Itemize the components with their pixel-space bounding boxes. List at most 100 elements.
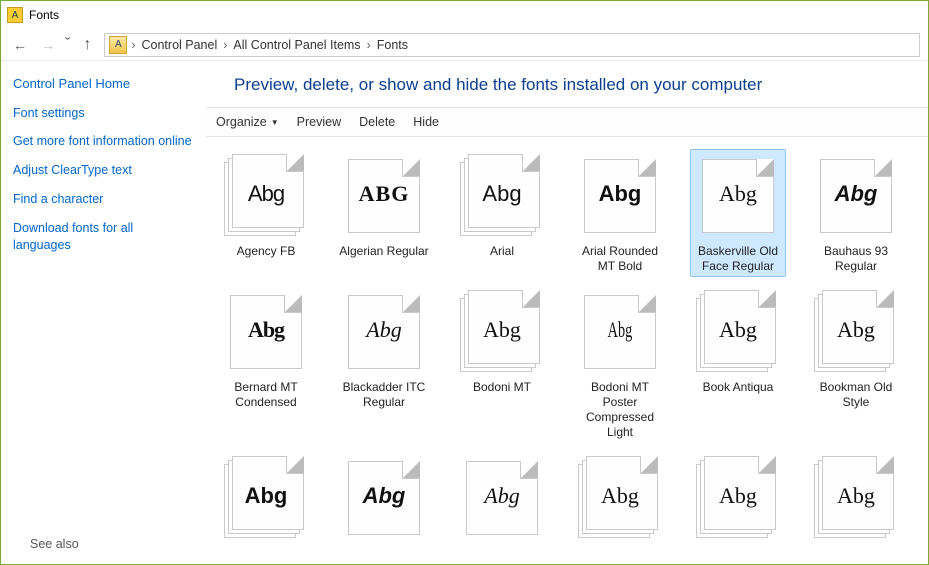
page-icon	[468, 290, 540, 364]
page-fold-icon	[286, 456, 304, 474]
font-item[interactable]: AbgBaskerville Old Face Regular	[690, 149, 786, 277]
font-label: Algerian Regular	[339, 244, 428, 259]
page-fold-icon	[758, 290, 776, 308]
page-icon	[704, 456, 776, 530]
font-label: Bodoni MT Poster Compressed Light	[575, 380, 665, 440]
address-folder-icon: A	[109, 36, 127, 54]
nav-row: ← → ˇ ↑ A › Control Panel › All Control …	[1, 29, 928, 61]
organize-label: Organize	[216, 115, 267, 129]
control-panel-home-link[interactable]: Control Panel Home	[13, 75, 194, 93]
font-tile: Abg	[224, 290, 308, 374]
sidebar-link-find-character[interactable]: Find a character	[13, 191, 194, 208]
page-icon	[232, 154, 304, 228]
chevron-right-icon[interactable]: ›	[365, 38, 373, 52]
font-item[interactable]: Abg Agency FB	[218, 149, 314, 277]
back-button[interactable]: ←	[9, 34, 31, 56]
page-fold-icon	[638, 295, 656, 313]
breadcrumb-segment[interactable]: Fonts	[373, 38, 412, 52]
sidebar-link-download-fonts[interactable]: Download fonts for all languages	[13, 220, 194, 254]
font-item[interactable]: AbgBauhaus 93 Regular	[808, 149, 904, 277]
font-label: Baskerville Old Face Regular	[693, 244, 783, 274]
font-label: Bookman Old Style	[811, 380, 901, 410]
sidebar-link-cleartype[interactable]: Adjust ClearType text	[13, 162, 194, 179]
font-item[interactable]: Abg	[572, 451, 668, 549]
recent-locations-chevron-icon[interactable]: ˇ	[65, 36, 70, 54]
main-area: Preview, delete, or show and hide the fo…	[206, 61, 928, 564]
page-icon	[232, 456, 304, 530]
page-icon	[702, 159, 774, 233]
forward-button[interactable]: →	[37, 34, 59, 56]
font-tile: Abg	[814, 290, 898, 374]
page-fold-icon	[402, 461, 420, 479]
fonts-folder-icon: A	[7, 7, 23, 23]
font-item[interactable]: Abg	[454, 451, 550, 549]
page-fold-icon	[874, 159, 892, 177]
sidebar: Control Panel Home Font settings Get mor…	[1, 61, 206, 564]
font-item[interactable]: Abg	[336, 451, 432, 549]
page-fold-icon	[876, 456, 894, 474]
page-fold-icon	[402, 159, 420, 177]
page-fold-icon	[522, 154, 540, 172]
font-item[interactable]: Abg	[808, 451, 904, 549]
font-tile: Abg	[578, 154, 662, 238]
font-item[interactable]: ABG Algerian Regular	[336, 149, 432, 277]
chevron-down-icon: ▼	[271, 118, 279, 127]
font-tile: Abg	[460, 290, 544, 374]
font-tile: Abg	[224, 456, 308, 540]
sidebar-link-more-info[interactable]: Get more font information online	[13, 133, 194, 150]
font-label: Bernard MT Condensed	[221, 380, 311, 410]
titlebar: A Fonts	[1, 1, 928, 29]
page-fold-icon	[638, 159, 656, 177]
page-icon	[584, 295, 656, 369]
breadcrumb-segment[interactable]: All Control Panel Items	[229, 38, 364, 52]
page-fold-icon	[402, 295, 420, 313]
page-icon	[822, 456, 894, 530]
font-item[interactable]: Abg Arial Rounded MT Bold	[572, 149, 668, 277]
hide-button[interactable]: Hide	[413, 115, 439, 129]
page-fold-icon	[758, 456, 776, 474]
page-fold-icon	[876, 290, 894, 308]
font-label: Blackadder ITC Regular	[339, 380, 429, 410]
font-item[interactable]: AbgArial	[454, 149, 550, 277]
page-fold-icon	[520, 461, 538, 479]
window-title: Fonts	[29, 8, 59, 22]
font-tile: Abg	[578, 290, 662, 374]
font-tile: Abg	[224, 154, 308, 238]
font-item[interactable]: AbgBlackadder ITC Regular	[336, 285, 432, 443]
font-tile: ABG	[342, 154, 426, 238]
font-grid[interactable]: AbgAgency FBABGAlgerian RegularAbgArialA…	[206, 137, 928, 564]
font-tile: Abg	[696, 290, 780, 374]
page-icon	[466, 461, 538, 535]
body: Control Panel Home Font settings Get mor…	[1, 61, 928, 564]
delete-button[interactable]: Delete	[359, 115, 395, 129]
font-item[interactable]: AbgBook Antiqua	[690, 285, 786, 443]
window-root: A Fonts ← → ˇ ↑ A › Control Panel › All …	[0, 0, 929, 565]
address-bar[interactable]: A › Control Panel › All Control Panel It…	[104, 33, 920, 57]
font-item[interactable]: Abg	[218, 451, 314, 549]
breadcrumb-segment[interactable]: Control Panel	[138, 38, 222, 52]
font-item[interactable]: Abg	[690, 451, 786, 549]
font-tile: Abg	[814, 456, 898, 540]
chevron-right-icon[interactable]: ›	[221, 38, 229, 52]
font-tile: Abg	[460, 154, 544, 238]
organize-menu[interactable]: Organize ▼	[216, 115, 279, 129]
font-tile: Abg	[342, 456, 426, 540]
font-label: Agency FB	[237, 244, 296, 259]
page-fold-icon	[284, 295, 302, 313]
page-icon	[704, 290, 776, 364]
font-tile: Abg	[460, 456, 544, 540]
font-item[interactable]: Abg Bookman Old Style	[808, 285, 904, 443]
font-tile: Abg	[696, 456, 780, 540]
up-button[interactable]: ↑	[76, 36, 98, 54]
page-fold-icon	[756, 159, 774, 177]
sidebar-link-font-settings[interactable]: Font settings	[13, 105, 194, 122]
preview-button[interactable]: Preview	[297, 115, 341, 129]
font-item[interactable]: AbgBodoni MT Poster Compressed Light	[572, 285, 668, 443]
font-item[interactable]: Abg Bernard MT Condensed	[218, 285, 314, 443]
font-label: Arial Rounded MT Bold	[575, 244, 665, 274]
font-item[interactable]: AbgBodoni MT	[454, 285, 550, 443]
page-icon	[468, 154, 540, 228]
page-fold-icon	[522, 290, 540, 308]
chevron-right-icon[interactable]: ›	[129, 38, 137, 52]
font-row: Abg Abg Abg Abg Abg Abg	[218, 451, 916, 549]
